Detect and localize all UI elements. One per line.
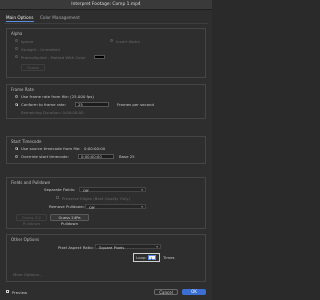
guess-3-2-pulldown-button[interactable]: Guess 3:2 Pulldown <box>16 214 47 226</box>
ok-button[interactable]: OK <box>182 289 206 295</box>
matte-color-swatch[interactable] <box>94 55 105 59</box>
separate-fields-dropdown[interactable]: Off ▾ <box>79 186 146 193</box>
cancel-button[interactable]: Cancel <box>154 289 178 295</box>
start-timecode-header: Start Timecode <box>11 139 42 144</box>
alpha-header: Alpha <box>11 31 23 36</box>
alpha-invert-label: Invert Alpha <box>116 38 140 44</box>
more-options-button[interactable]: More Options... <box>13 272 43 277</box>
tab-divider <box>4 23 208 24</box>
preserve-edges-checkbox[interactable] <box>56 196 60 200</box>
remove-pulldown-value: Off <box>89 204 95 210</box>
dialog-title: Interpret Footage: Comp 1.mp4 <box>71 2 141 7</box>
guess-24pa-pulldown-button[interactable]: Guess 24Pa Pulldown <box>50 214 89 226</box>
use-file-frame-rate-label: Use frame rate from file: (25.000 fps) <box>21 94 94 99</box>
source-timecode-value: 0:00:00:00 <box>84 146 106 151</box>
chevron-down-icon: ▾ <box>156 245 158 250</box>
loop-label: Loop: <box>136 255 147 260</box>
use-source-timecode-label: Use source timecode from file: <box>21 146 81 151</box>
alpha-premultiplied-label: Premultiplied - Matted With Color <box>21 54 86 60</box>
pixel-aspect-ratio-label: Pixel Aspect Ratio: <box>58 244 94 250</box>
pixel-aspect-ratio-dropdown[interactable]: Square Pixels ▾ <box>95 244 161 251</box>
preview-label: Preview <box>12 289 28 295</box>
remove-pulldown-label: Remove Pulldown: <box>49 204 85 209</box>
conform-frame-rate-radio[interactable] <box>15 102 19 106</box>
alpha-ignore-label: Ignore <box>21 38 34 44</box>
alpha-straight-label: Straight - Unmatted <box>21 46 60 52</box>
override-timecode-input[interactable]: 0:00:00:00 <box>78 153 114 159</box>
timecode-base-label: Base 25 <box>119 154 135 159</box>
preview-checkbox[interactable] <box>6 290 10 294</box>
other-options-header: Other Options <box>11 237 40 242</box>
times-label: Times <box>163 255 175 260</box>
separate-fields-value: Off <box>83 187 89 193</box>
conform-frame-rate-input[interactable]: 25 <box>75 101 109 107</box>
title-bar: Interpret Footage: Comp 1.mp4 <box>0 0 212 10</box>
tab-color-management[interactable]: Color Management <box>40 15 80 20</box>
conform-frame-rate-label: Conform to frame rate: <box>21 102 67 107</box>
override-timecode-label: Override start timecode: <box>21 154 69 159</box>
tab-main-options[interactable]: Main Options <box>6 15 34 22</box>
pixel-aspect-ratio-value: Square Pixels <box>99 245 125 251</box>
remove-pulldown-dropdown[interactable]: Off ▾ <box>85 203 146 210</box>
frame-rate-header: Frame Rate <box>11 87 34 92</box>
fields-pulldown-header: Fields and Pulldown <box>11 180 51 185</box>
chevron-down-icon: ▾ <box>141 187 143 192</box>
separate-fields-label: Separate Fields: <box>44 187 76 192</box>
loop-count-value: 1 <box>150 256 153 262</box>
frames-per-second-label: Frames per second <box>117 102 154 107</box>
remaining-duration-label: Remaining Duration: 0:00:00:00 <box>21 110 84 115</box>
loop-count-input[interactable]: 1 <box>148 255 156 262</box>
chevron-down-icon: ▾ <box>141 204 143 209</box>
use-source-timecode-radio[interactable] <box>15 146 19 150</box>
alpha-guess-button[interactable]: Guess <box>21 64 45 71</box>
preserve-edges-label: Preserve Edges (Best Quality Only) <box>62 195 131 201</box>
interpret-footage-dialog: Interpret Footage: Comp 1.mp4 Main Optio… <box>0 0 212 300</box>
